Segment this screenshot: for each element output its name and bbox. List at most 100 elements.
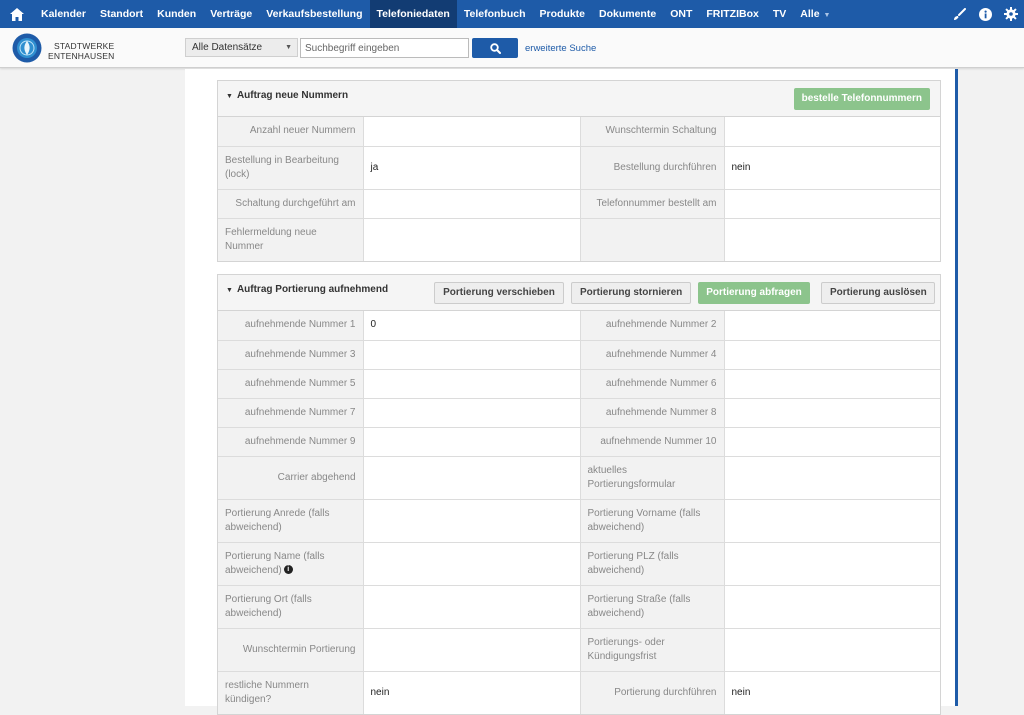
main-content: ▼ Auftrag neue Nummern bestelle Telefonnu… <box>185 69 955 715</box>
field-value <box>723 117 940 147</box>
nav-ont[interactable]: ONT <box>663 0 699 28</box>
field-value <box>723 455 940 500</box>
field-value <box>362 217 581 261</box>
info-icon[interactable] <box>972 0 998 28</box>
table-row: Portierung Ort (falls abweichend) Portie… <box>218 584 940 629</box>
collapse-triangle-icon: ▼ <box>226 287 233 294</box>
home-icon[interactable] <box>0 0 34 28</box>
field-label: aufnehmende Nummer 3 <box>218 339 364 370</box>
field-label: Portierung Ort (falls abweichend) <box>218 584 364 629</box>
field-label: Telefonnummer bestellt am <box>579 188 725 219</box>
field-label: aktuelles Portierungsformular <box>579 455 725 500</box>
nav-telefonbuch[interactable]: Telefonbuch <box>457 0 533 28</box>
field-value: nein <box>723 670 940 714</box>
nav-alle-dropdown[interactable]: Alle ▼ <box>793 0 837 28</box>
nav-fritzbox[interactable]: FRITZIBox <box>699 0 766 28</box>
gear-icon[interactable] <box>998 0 1024 28</box>
field-label-text: Portierung Name (falls abweichend) <box>225 550 325 576</box>
info-icon[interactable]: i <box>283 565 293 575</box>
field-label: Portierung durchführen <box>579 670 725 714</box>
field-value <box>723 397 940 428</box>
field-label: aufnehmende Nummer 7 <box>218 397 364 428</box>
brand-line-2: Entenhausen <box>48 51 115 61</box>
table-row: Portierung Anrede (falls abweichend) Por… <box>218 498 940 543</box>
panel-title-text: Auftrag neue Nummern <box>236 90 349 101</box>
field-label: Portierung Straße (falls abweichend) <box>579 584 725 629</box>
nav-alle-label: Alle <box>800 8 820 20</box>
field-value <box>362 584 581 629</box>
nav-produkte[interactable]: Produkte <box>532 0 592 28</box>
porting-query-button[interactable]: Portierung abfragen <box>698 282 810 304</box>
field-label: restliche Nummern kündigen? <box>218 670 364 714</box>
field-label: aufnehmende Nummer 2 <box>579 311 725 341</box>
nav-kunden[interactable]: Kunden <box>150 0 203 28</box>
search-icon <box>489 42 501 54</box>
field-label: aufnehmende Nummer 6 <box>579 368 725 399</box>
table-row: restliche Nummern kündigen? nein Portier… <box>218 670 940 714</box>
field-value <box>723 498 940 543</box>
nav-telefoniedaten[interactable]: Telefoniedaten <box>369 0 457 28</box>
panel-title: ▼ Auftrag Portierung aufnehmend <box>226 284 388 295</box>
field-label: Carrier abgehend <box>218 455 364 500</box>
table-row: Anzahl neuer Nummern Wunschtermin Schalt… <box>218 117 940 147</box>
field-value <box>362 339 581 370</box>
advanced-search-link[interactable]: erweiterte Suche <box>525 43 596 54</box>
porting-move-button[interactable]: Portierung verschieben <box>434 282 564 304</box>
table-row: Carrier abgehend aktuelles Portierungsfo… <box>218 455 940 500</box>
brush-icon[interactable] <box>946 0 972 28</box>
right-scroll-indicator <box>955 69 958 706</box>
order-phone-numbers-button[interactable]: bestelle Telefonnummern <box>793 88 930 110</box>
nav-standort[interactable]: Standort <box>93 0 150 28</box>
porting-cancel-button[interactable]: Portierung stornieren <box>571 282 691 304</box>
brand-line-1: Stadtwerke <box>54 41 115 51</box>
field-label: Wunschtermin Portierung <box>218 627 364 672</box>
field-value: 0 <box>362 311 581 341</box>
field-value <box>362 498 581 543</box>
table-row: Wunschtermin Portierung Portierungs- ode… <box>218 627 940 672</box>
chevron-down-icon: ▼ <box>823 12 831 19</box>
field-label: Anzahl neuer Nummern <box>218 117 364 147</box>
search-button[interactable] <box>472 38 518 58</box>
field-value <box>723 368 940 399</box>
field-label: Portierung PLZ (falls abweichend) <box>579 541 725 586</box>
stadtwerke-logo-icon <box>12 33 42 63</box>
nav-tools <box>946 0 1024 28</box>
top-navigation: Kalender Standort Kunden Verträge Verkau… <box>0 0 1024 28</box>
field-value <box>362 455 581 500</box>
field-label: Portierung Name (falls abweichend) i <box>218 541 364 586</box>
field-value: nein <box>362 670 581 714</box>
field-label: Portierungs- oder Kündigungsfrist <box>579 627 725 672</box>
dataset-select[interactable]: Alle Datensätze ▼ <box>185 38 298 57</box>
porting-incoming-panel: ▼ Auftrag Portierung aufnehmend Portierun… <box>217 274 941 715</box>
chevron-down-icon: ▼ <box>285 44 292 51</box>
field-value <box>723 584 940 629</box>
field-value <box>362 188 581 219</box>
table-row: Bestellung in Bearbeitung (lock) ja Best… <box>218 145 940 190</box>
nav-kalender[interactable]: Kalender <box>34 0 93 28</box>
field-value <box>723 217 940 261</box>
porting-incoming-table: aufnehmende Nummer 1 0 aufnehmende Numme… <box>218 311 940 714</box>
porting-trigger-button[interactable]: Portierung auslösen <box>821 282 935 304</box>
order-new-numbers-header[interactable]: ▼ Auftrag neue Nummern bestelle Telefonnu… <box>218 81 940 117</box>
nav-dokumente[interactable]: Dokumente <box>592 0 663 28</box>
field-value: nein <box>723 145 940 190</box>
table-row: Schaltung durchgeführt am Telefonnummer … <box>218 188 940 219</box>
nav-vertraege[interactable]: Verträge <box>203 0 259 28</box>
field-label: aufnehmende Nummer 10 <box>579 426 725 457</box>
search-input[interactable] <box>300 38 469 58</box>
field-value <box>362 117 581 147</box>
field-label: Portierung Anrede (falls abweichend) <box>218 498 364 543</box>
field-value: ja <box>362 145 581 190</box>
field-value <box>723 541 940 586</box>
table-row: aufnehmende Nummer 5 aufnehmende Nummer … <box>218 368 940 399</box>
nav-verkaufsbestellung[interactable]: Verkaufsbestellung <box>259 0 369 28</box>
field-label: Fehlermeldung neue Nummer <box>218 217 364 261</box>
dataset-select-value: Alle Datensätze <box>192 42 263 53</box>
field-label: Bestellung durchführen <box>579 145 725 190</box>
table-row: aufnehmende Nummer 9 aufnehmende Nummer … <box>218 426 940 457</box>
porting-incoming-header[interactable]: ▼ Auftrag Portierung aufnehmend Portierun… <box>218 275 940 311</box>
panel-title-text: Auftrag Portierung aufnehmend <box>236 284 389 295</box>
table-row: aufnehmende Nummer 7 aufnehmende Nummer … <box>218 397 940 428</box>
nav-tv[interactable]: TV <box>766 0 793 28</box>
field-value <box>362 426 581 457</box>
